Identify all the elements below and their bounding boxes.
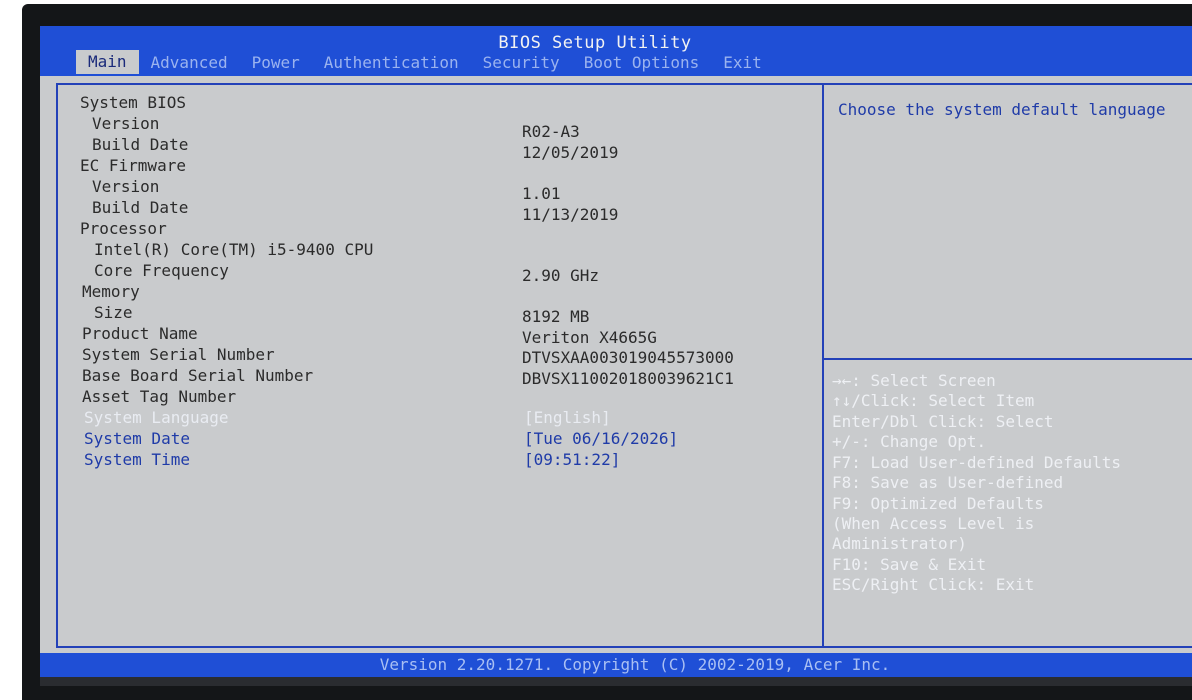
key-hint-f9: F9: Optimized Defaults bbox=[832, 494, 1044, 513]
core-frequency-value: 2.90 GHz bbox=[522, 266, 600, 285]
baseboard-serial-label: Base Board Serial Number bbox=[82, 366, 314, 385]
item-help-text: Choose the system default language bbox=[838, 100, 1166, 119]
section-system-bios: System BIOS bbox=[80, 93, 186, 112]
key-hint-access-level: (When Access Level is bbox=[832, 514, 1035, 533]
system-time-value[interactable]: [09:51:22] bbox=[524, 450, 620, 470]
asset-tag-label: Asset Tag Number bbox=[82, 387, 237, 406]
tab-bar: Main Advanced Power Authentication Secur… bbox=[76, 50, 774, 74]
bios-build-date-label: Build Date bbox=[92, 135, 189, 154]
ec-version-label: Version bbox=[92, 177, 160, 196]
system-language-label[interactable]: System Language bbox=[84, 408, 229, 428]
help-separator bbox=[824, 358, 1192, 360]
tab-exit[interactable]: Exit bbox=[711, 52, 774, 74]
core-frequency-label: Core Frequency bbox=[94, 261, 229, 280]
system-language-value[interactable]: [English] bbox=[524, 408, 611, 428]
product-name-label: Product Name bbox=[82, 324, 198, 343]
tab-main[interactable]: Main bbox=[76, 50, 139, 74]
footer-bar: Version 2.20.1271. Copyright (C) 2002-20… bbox=[40, 653, 1192, 677]
key-hint-select-item: ↑↓/Click: Select Item bbox=[832, 391, 1035, 410]
memory-size-label: Size bbox=[94, 303, 133, 322]
tab-boot-options[interactable]: Boot Options bbox=[572, 52, 712, 74]
baseboard-serial-value: DBVSX110020180039621C1 bbox=[522, 369, 734, 388]
bios-build-date-value: 12/05/2019 bbox=[522, 143, 619, 162]
key-hint-enter: Enter/Dbl Click: Select bbox=[832, 412, 1054, 431]
help-panel: Choose the system default language →←: S… bbox=[824, 85, 1192, 646]
ec-version-value: 1.01 bbox=[522, 184, 561, 203]
key-hint-administrator: Administrator) bbox=[832, 534, 967, 553]
tab-advanced[interactable]: Advanced bbox=[139, 52, 240, 74]
key-hint-select-screen: →←: Select Screen bbox=[832, 371, 996, 390]
cpu-model-label: Intel(R) Core(TM) i5-9400 CPU bbox=[94, 240, 374, 259]
memory-size-value: 8192 MB bbox=[522, 307, 590, 326]
bios-version-value: R02-A3 bbox=[522, 122, 580, 141]
section-ec-firmware: EC Firmware bbox=[80, 156, 186, 175]
tab-security[interactable]: Security bbox=[471, 52, 572, 74]
header-bar: BIOS Setup Utility Main Advanced Power A… bbox=[40, 26, 1192, 76]
system-date-label[interactable]: System Date bbox=[84, 429, 190, 449]
bezel-bottom-edge bbox=[40, 677, 1192, 686]
key-hint-esc: ESC/Right Click: Exit bbox=[832, 575, 1035, 594]
key-hint-f7: F7: Load User-defined Defaults bbox=[832, 453, 1121, 472]
system-time-label[interactable]: System Time bbox=[84, 450, 190, 470]
ec-build-date-value: 11/13/2019 bbox=[522, 205, 619, 224]
system-date-value[interactable]: [Tue 06/16/2026] bbox=[524, 429, 678, 449]
key-hint-f8: F8: Save as User-defined bbox=[832, 473, 1064, 492]
section-processor: Processor bbox=[80, 219, 167, 238]
tab-power[interactable]: Power bbox=[240, 52, 312, 74]
system-serial-value: DTVSXAA003019045573000 bbox=[522, 348, 734, 367]
settings-panel: System BIOS Version Build Date EC Firmwa… bbox=[58, 85, 822, 646]
section-memory: Memory bbox=[82, 282, 140, 301]
tab-authentication[interactable]: Authentication bbox=[312, 52, 471, 74]
key-hint-f10: F10: Save & Exit bbox=[832, 555, 987, 574]
key-hint-change-opt: +/-: Change Opt. bbox=[832, 432, 987, 451]
version-copyright: Version 2.20.1271. Copyright (C) 2002-20… bbox=[379, 655, 891, 674]
bios-screen: BIOS Setup Utility Main Advanced Power A… bbox=[40, 26, 1192, 686]
system-serial-label: System Serial Number bbox=[82, 345, 275, 364]
product-name-value: Veriton X4665G bbox=[522, 328, 657, 347]
ec-build-date-label: Build Date bbox=[92, 198, 189, 217]
content-frame: System BIOS Version Build Date EC Firmwa… bbox=[56, 83, 1192, 648]
bios-version-label: Version bbox=[92, 114, 160, 133]
